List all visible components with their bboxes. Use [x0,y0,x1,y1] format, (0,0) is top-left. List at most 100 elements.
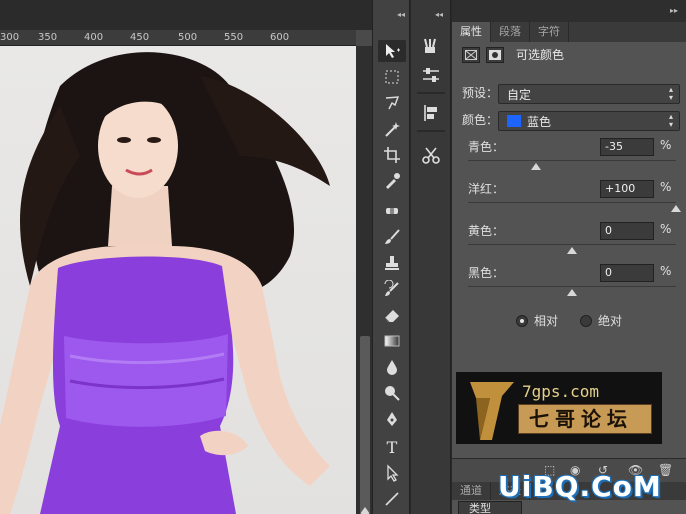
collapse-arrows-icon[interactable]: ▸▸ [670,6,678,15]
lasso-icon [385,96,400,110]
cyan-slider-thumb[interactable] [530,163,541,170]
gradient-tool[interactable] [378,330,406,352]
portrait-illustration [0,52,330,514]
cyan-label: 青色： [468,140,505,154]
tab-paragraph[interactable]: 段落 [491,22,530,42]
move-tool[interactable] [378,40,406,62]
seven-logo-icon [470,382,514,440]
magenta-slider-thumb[interactable] [671,205,681,212]
black-slider-thumb[interactable] [567,289,577,296]
updown-arrows-icon: ▴ ▾ [668,85,673,102]
preset-label: 预设： [462,86,499,100]
blur-tool[interactable] [378,356,406,378]
black-input[interactable]: 0 [600,264,654,282]
radio-dot[interactable] [580,314,593,327]
relative-radio[interactable]: 相对 [516,312,558,329]
panel-separator [417,130,445,132]
radio-dot[interactable] [516,314,528,327]
clone-stamp-tool[interactable] [378,252,406,274]
yellow-input[interactable]: 0 [600,222,654,240]
line-tool[interactable] [378,488,406,510]
yellow-slider-thumb[interactable] [567,247,577,254]
align-panel-button[interactable] [417,100,445,126]
colors-label: 颜色： [462,113,499,127]
stamp-icon [385,256,399,270]
blur-drop-icon [387,360,397,375]
magenta-slider-track[interactable] [468,202,676,203]
magenta-input[interactable]: +100 [600,180,654,198]
eraser-icon [384,310,399,323]
move-icon [386,44,400,58]
bandage-icon [386,208,398,214]
colors-select[interactable]: 蓝色 ▴ ▾ [498,111,680,131]
cyan-unit: % [660,138,672,152]
collapsed-panels-column: ◂◂ [411,0,451,514]
align-icon [424,105,437,121]
path-selection-tool[interactable] [378,462,406,484]
panel-separator [417,92,445,94]
updown-arrows-icon: ▴ ▾ [668,112,673,129]
history-brush-tool[interactable] [378,278,406,300]
tool-presets-button[interactable] [417,142,445,168]
relative-label: 相对 [534,314,559,328]
properties-tabs: 属性 段落 字符 [452,22,686,42]
sliders-icon [423,68,439,82]
pen-tool[interactable] [378,408,406,430]
absolute-radio[interactable]: 绝对 [580,312,622,329]
crop-icon [384,147,400,163]
gradient-icon [384,335,400,347]
type-tool[interactable]: T [378,436,406,458]
scrollbar-thumb[interactable] [360,336,370,514]
crop-tool[interactable] [378,144,406,166]
preset-select[interactable]: 自定 ▴ ▾ [498,84,680,104]
marquee-tool[interactable] [378,66,406,88]
ruler-tick: 300 [0,32,20,43]
ruler-tick: 600 [270,32,290,43]
black-slider-track[interactable] [468,286,676,287]
absolute-label: 绝对 [598,314,623,328]
brush-presets-button[interactable] [417,34,445,60]
eraser-tool[interactable] [378,304,406,326]
brush-presets-icon [424,38,436,53]
yellow-unit: % [660,222,672,236]
preset-row: 预设： [462,84,498,101]
line-icon [385,492,399,506]
brush-tool[interactable] [378,226,406,248]
dodge-tool[interactable] [378,382,406,404]
cyan-input[interactable]: -35 [600,138,654,156]
watermark-name: 七哥论坛 [518,404,652,434]
eyedropper-icon [386,173,400,189]
tab-channels[interactable]: 通道 [452,482,491,500]
yellow-label: 黄色： [468,224,505,238]
eyedropper-tool[interactable] [378,170,406,192]
layer-mask-icon[interactable] [486,46,504,63]
dodge-icon [385,386,400,401]
ruler-tick: 550 [224,32,244,43]
lasso-tool[interactable] [378,92,406,114]
pen-icon [387,412,397,426]
collapse-arrows-icon[interactable]: ◂◂ [435,10,443,19]
watermark-url: 7gps.com [522,382,600,401]
colors-value: 蓝色 [527,114,552,129]
tab-properties[interactable]: 属性 [452,22,491,42]
collapse-arrows-icon[interactable]: ◂◂ [397,10,405,19]
brush-icon [385,229,400,244]
horizontal-ruler: 300 350 400 450 500 550 600 [0,30,356,46]
marquee-icon [385,70,399,84]
color-swatch [507,115,521,127]
healing-brush-tool[interactable] [378,200,406,222]
vertical-scrollbar[interactable] [356,46,372,514]
magenta-unit: % [660,180,672,194]
tab-character[interactable]: 字符 [530,22,569,42]
cyan-slider-track[interactable] [468,160,676,161]
preset-value: 自定 [507,87,532,102]
properties-topbar: ▸▸ [452,0,686,22]
adjustment-settings-button[interactable] [417,62,445,88]
black-label: 黑色： [468,266,505,280]
selective-color-icon [462,46,480,63]
ruler-tick: 350 [38,32,58,43]
magic-wand-tool[interactable] [378,118,406,140]
canvas-area[interactable]: 300 350 400 450 500 550 600 [0,0,372,514]
yellow-slider-track[interactable] [468,244,676,245]
document-photo[interactable] [0,46,356,514]
